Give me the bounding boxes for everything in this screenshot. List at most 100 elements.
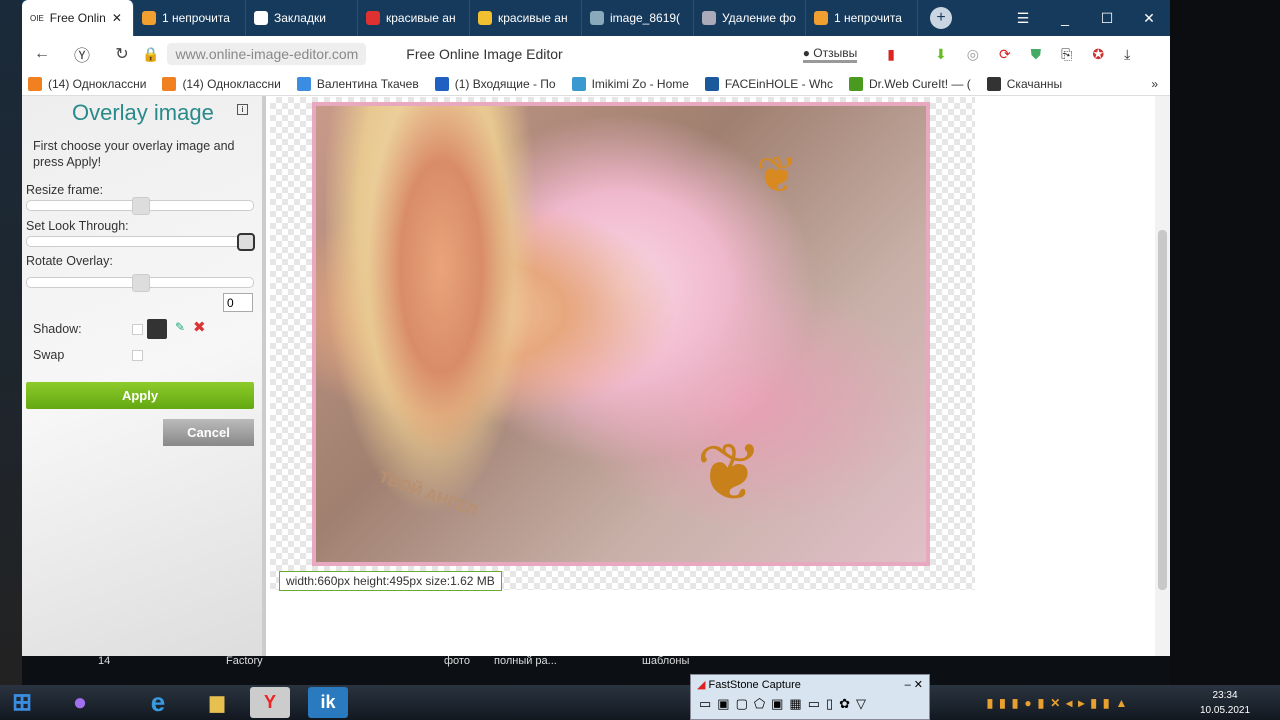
look-through-slider-handle[interactable] <box>237 233 255 251</box>
bookmark-icon[interactable]: ▮ <box>887 46 895 63</box>
tray-icons[interactable]: ▮▮▮●▮✕◂▸▮▮▲ <box>945 687 1175 718</box>
desktop-icon-label[interactable]: 14 <box>98 655 110 667</box>
menu-icon[interactable]: ☰ <box>1002 10 1044 27</box>
minimize-button[interactable]: _ <box>1044 10 1086 26</box>
clipboard-icon[interactable]: ⎘ <box>1061 46 1072 63</box>
tab[interactable]: Удаление фо <box>694 0 806 36</box>
rotate-slider-handle[interactable] <box>132 274 150 292</box>
explorer-icon[interactable]: ▆ <box>197 687 237 718</box>
bookmark-item[interactable]: Скачанны <box>981 76 1068 91</box>
bookmark-item[interactable]: (1) Входящие - По <box>429 76 562 91</box>
tab[interactable]: image_8619( <box>582 0 694 36</box>
apply-button[interactable]: Apply <box>26 382 254 409</box>
alice-icon[interactable]: ● <box>60 687 100 718</box>
edited-photo[interactable]: ❦ ❦ ТВОЙ АНГЕЛ <box>312 102 930 566</box>
tab[interactable]: Закладки <box>246 0 358 36</box>
tools-icon[interactable]: ✖ <box>193 318 206 336</box>
look-through-slider[interactable] <box>26 233 255 251</box>
desktop-icon-label[interactable]: шаблоны <box>642 655 689 667</box>
favicon-icon <box>814 11 828 25</box>
download-ext-icon[interactable]: ⬇ <box>935 46 947 63</box>
lock-icon: 🔒 <box>142 45 160 62</box>
bookmark-item[interactable]: (14) Одноклассни <box>156 76 286 91</box>
tab-label: image_8619( <box>610 11 681 25</box>
bookmark-favicon-icon <box>704 76 719 91</box>
overlay-panel: Overlay image i First choose your overla… <box>22 96 266 656</box>
desktop-icon-label[interactable]: полный ра... <box>494 655 557 667</box>
bookmark-item[interactable]: Валентина Ткачев <box>291 76 425 91</box>
page-title: Free Online Image Editor <box>406 46 563 62</box>
tab[interactable]: OIE Free Onlin ✕ <box>22 0 134 36</box>
bookmark-label: (14) Одноклассни <box>182 76 281 91</box>
taskbar: ⊞ ● e ▆ Y ik ▮▮▮●▮✕◂▸▮▮▲ <box>0 685 1280 720</box>
bookmark-item[interactable]: (14) Одноклассни <box>22 76 152 91</box>
shield-ext-icon[interactable]: ⛊ <box>1031 46 1042 63</box>
more-bookmarks-icon[interactable]: » <box>1151 77 1170 91</box>
tab-label: красивые ан <box>498 11 568 25</box>
new-tab-button[interactable]: + <box>930 7 952 29</box>
tab[interactable]: 1 непрочита <box>134 0 246 36</box>
desktop-icon-label[interactable]: Factory <box>226 655 263 667</box>
faststone-title: FastStone Capture <box>708 679 801 691</box>
bookmark-label: Imikimi Zo - Home <box>591 76 689 91</box>
tab-label: Free Onlin <box>49 11 106 25</box>
scrollbar[interactable] <box>1155 96 1170 656</box>
downloads-icon[interactable]: ⤓ <box>1124 46 1130 63</box>
resize-label: Resize frame: <box>26 183 104 197</box>
bookmark-favicon-icon <box>162 76 177 91</box>
cancel-button[interactable]: Cancel <box>163 419 254 446</box>
close-tab-icon[interactable]: ✕ <box>112 11 122 25</box>
faststone-logo-icon: ◢ <box>697 679 706 691</box>
shadow-color-swatch[interactable] <box>147 319 167 339</box>
ie-icon[interactable]: e <box>138 687 178 718</box>
yandex-icon[interactable]: Ⓨ <box>62 42 102 66</box>
desktop-icon-label[interactable]: фото <box>444 655 470 667</box>
faststone-capture-window: ◢ FastStone Capture – ✕ ▭▣▢⬠▣▦▭▯✿▽ <box>690 674 930 720</box>
panel-title: Overlay image <box>72 100 214 125</box>
shadow-checkbox[interactable] <box>132 324 143 335</box>
yandex-browser-icon[interactable]: Y <box>250 687 290 718</box>
faststone-toolbar[interactable]: ▭▣▢⬠▣▦▭▯✿▽ <box>691 694 929 714</box>
favicon-icon <box>478 11 492 25</box>
bookmark-item[interactable]: Dr.Web CureIt! — ( <box>843 76 977 91</box>
rotate-label: Rotate Overlay: <box>26 254 113 268</box>
bookmark-favicon-icon <box>848 76 863 91</box>
profile-ext-icon[interactable]: ✪ <box>1092 46 1104 63</box>
browser-window: OIE Free Onlin ✕ 1 непрочита Закладки красивы… <box>22 0 1170 656</box>
maximize-button[interactable]: ☐ <box>1086 10 1128 27</box>
resize-slider[interactable] <box>26 197 254 215</box>
tab-label: 1 непрочита <box>162 11 230 25</box>
tab-label: 1 непрочита <box>834 11 902 25</box>
bookmark-favicon-icon <box>986 76 1001 91</box>
extension-icon[interactable]: ◎ <box>967 46 979 63</box>
swap-checkbox[interactable] <box>132 350 143 361</box>
rotate-slider[interactable] <box>26 274 254 292</box>
address-bar: ← Ⓨ ↻ 🔒 www.online-image-editor.com Free… <box>22 36 1170 72</box>
instructions: First choose your overlay image and pres… <box>33 139 235 169</box>
scrollbar-thumb[interactable] <box>1158 230 1167 590</box>
tab[interactable]: красивые ан <box>358 0 470 36</box>
reviews-button[interactable]: ● Отзывы <box>802 46 858 63</box>
sync-ext-icon[interactable]: ⟳ <box>999 46 1011 63</box>
ik-icon[interactable]: ik <box>308 687 348 718</box>
url-field[interactable]: www.online-image-editor.com <box>167 43 367 65</box>
faststone-window-controls[interactable]: – ✕ <box>905 678 923 691</box>
eyedropper-icon[interactable]: ✎ <box>175 320 185 334</box>
close-button[interactable]: ✕ <box>1128 10 1170 27</box>
bookmark-favicon-icon <box>434 76 449 91</box>
start-button[interactable]: ⊞ <box>2 687 42 718</box>
reload-icon[interactable]: ↻ <box>102 44 142 64</box>
bookmark-favicon-icon <box>28 76 42 91</box>
bookmark-label: Скачанны <box>1006 76 1063 91</box>
rotate-input[interactable]: 0 <box>223 293 253 312</box>
tab[interactable]: 1 непрочита <box>806 0 918 36</box>
swap-label: Swap <box>33 348 65 362</box>
favicon-icon <box>366 11 380 25</box>
back-icon[interactable]: ← <box>22 45 62 63</box>
bookmark-item[interactable]: Imikimi Zo - Home <box>566 76 695 91</box>
info-icon[interactable]: i <box>237 104 248 115</box>
resize-slider-handle[interactable] <box>132 197 150 215</box>
shadow-label: Shadow: <box>33 322 82 336</box>
tab[interactable]: красивые ан <box>470 0 582 36</box>
bookmark-item[interactable]: FACEinHOLE - Whc <box>699 76 839 91</box>
